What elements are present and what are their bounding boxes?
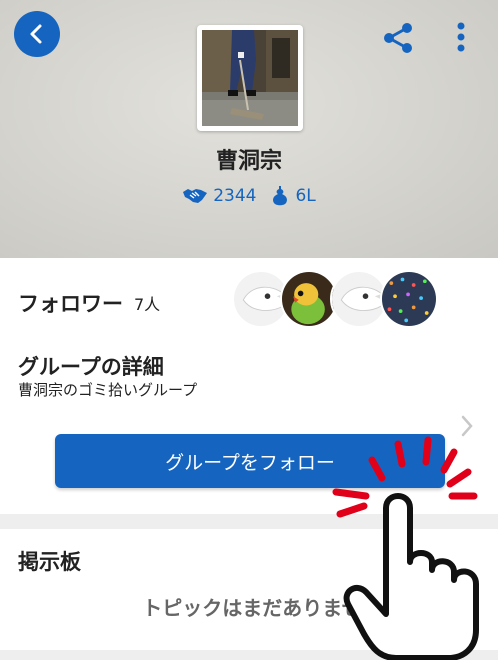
- chevron-left-icon: [30, 24, 42, 44]
- more-options-button[interactable]: [446, 20, 476, 56]
- members-count: 2344: [213, 186, 257, 206]
- group-details-description: 曹洞宗のゴミ拾いグループ: [18, 381, 198, 399]
- share-icon: [384, 23, 412, 53]
- followers-label[interactable]: フォロワー: [18, 288, 123, 318]
- gourd-icon: [273, 186, 288, 206]
- group-avatar: [197, 25, 303, 131]
- group-name: 曹洞宗: [215, 149, 282, 174]
- group-stats: 2344 6L: [0, 182, 498, 210]
- group-photo: [202, 30, 298, 126]
- group-header: 曹洞宗 2344 6L: [0, 0, 498, 258]
- handshake-icon: [183, 189, 208, 203]
- pointing-hand-icon: [332, 436, 479, 660]
- followers-count[interactable]: 7人: [134, 291, 160, 315]
- share-button[interactable]: [380, 20, 416, 56]
- volume-value: 6L: [295, 186, 316, 206]
- volume-stat: 6L: [270, 185, 316, 207]
- members-stat: 2344: [182, 186, 256, 206]
- more-vertical-icon: [457, 22, 465, 52]
- follower-avatars[interactable]: [232, 270, 452, 330]
- follower-avatar[interactable]: [380, 270, 438, 328]
- back-button[interactable]: [14, 11, 60, 57]
- bulletin-board-title: 掲示板: [18, 550, 81, 574]
- group-details-title: グループの詳細: [18, 355, 164, 379]
